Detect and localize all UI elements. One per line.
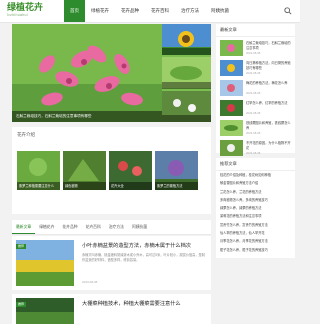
thumb-caption: 绿色植物 bbox=[63, 182, 106, 190]
hero-orchid-image bbox=[12, 24, 162, 122]
sidebar-link[interactable]: 郁金香图片和养殖方法介绍 bbox=[216, 179, 295, 187]
sidebar-article-title: 不开花的原因，为什么植物不开花 bbox=[246, 141, 291, 150]
sidebar-link[interactable]: 兰花怎么养，兰花的养殖方法 bbox=[216, 188, 295, 196]
thumb-card[interactable]: 紫罗兰种植需要注意什么 bbox=[17, 151, 60, 190]
thumb-row: 紫罗兰种植需要注意什么 绿色植物 花卉大全 紫罗兰的繁殖方法 bbox=[17, 151, 198, 190]
hero-caption[interactable]: 石斛兰栽培技巧，石斛兰栽培的注意事项有哪些 bbox=[12, 111, 166, 122]
sidebar-article[interactable]: 向日葵种植方法，向日葵的养殖技巧有哪些 2023-08-08 bbox=[220, 59, 291, 77]
section-title: 花卉介绍 bbox=[17, 132, 35, 137]
tab-plants[interactable]: 绿植花卉 bbox=[35, 220, 58, 234]
sidebar-article-date: 2023-08-08 bbox=[246, 71, 261, 75]
article-title[interactable]: 小叶赤楠盆景的造型方法，赤楠木属于什么档次 bbox=[82, 242, 191, 249]
sidebar-article-date: 2023-08-08 bbox=[246, 131, 261, 135]
thumb-caption: 紫罗兰的繁殖方法 bbox=[155, 182, 198, 190]
site-header: 绿植花卉 lvzhihuahui 首页 绿植花卉 花卉品种 花卉百科 治疗方法 … bbox=[0, 0, 300, 23]
sidebar-link[interactable]: 富贵竹怎么养，富贵竹的养殖方法 bbox=[216, 221, 295, 229]
hero-side-tiles bbox=[162, 24, 211, 122]
article-desc: 赤楠又叫赤楠、桃金娘科常绿灌木或小乔木，高可达5米，叶片较小，观赏价值高，是制作… bbox=[82, 253, 205, 262]
tab-varieties[interactable]: 花卉品种 bbox=[58, 220, 81, 234]
sidebar-article-title: 梅花的养殖方法，梅花怎么养 bbox=[246, 81, 288, 85]
hero-tile-caption bbox=[162, 48, 211, 56]
hero-tile[interactable] bbox=[162, 90, 211, 122]
sidebar-article-date: 2023-08-08 bbox=[246, 111, 261, 115]
nav-item-other[interactable]: 阿姨抗菌 bbox=[205, 0, 235, 22]
article-tabs: 最新文章 绿植花卉 花卉品种 花卉百科 治疗方法 阿姨抗菌 bbox=[12, 220, 211, 235]
article-item[interactable]: 推荐 小叶赤楠盆景的造型方法，赤楠木属于什么档次 赤楠又叫赤楠、桃金娘科常绿灌木… bbox=[12, 236, 211, 290]
main-content: 石斛兰栽培技巧，石斛兰栽培的注意事项有哪些 花卉介绍 紫罗兰种植需要注意什么 绿… bbox=[12, 24, 211, 324]
sidebar-thumb bbox=[220, 60, 243, 76]
sidebar-link[interactable]: 月季花怎么养，月季花的养殖方法 bbox=[216, 237, 295, 245]
article-date: 2023-08-08 bbox=[82, 280, 98, 284]
article-item[interactable]: 推荐 大棚菜种植技术，种植大棚菜需要注意什么 bbox=[12, 294, 211, 324]
article-thumb[interactable]: 推荐 bbox=[16, 298, 74, 324]
sidebar-article-title: 红掌怎么养，红掌的养殖方法 bbox=[246, 101, 288, 105]
sidebar-article[interactable]: 石斛兰栽培技巧，石斛兰栽培的注意事项 2023-08-08 bbox=[220, 39, 291, 57]
page: 绿植花卉 lvzhihuahui 首页 绿植花卉 花卉品种 花卉百科 治疗方法 … bbox=[0, 0, 300, 324]
sidebar-article-date: 2023-08-08 bbox=[246, 91, 261, 95]
nav-item-encyclopedia[interactable]: 花卉百科 bbox=[145, 0, 175, 22]
recommended-box: 推荐文章 桂花的介绍及种植，桂花树如何种植 郁金香图片和养殖方法介绍 兰花怎么养… bbox=[216, 158, 295, 258]
sidebar-link[interactable]: 栀子花怎么养，栀子花的养殖技巧 bbox=[216, 246, 295, 254]
nav-item-treatment[interactable]: 治疗方法 bbox=[175, 0, 205, 22]
thumb-caption: 紫罗兰种植需要注意什么 bbox=[17, 182, 60, 190]
thumb-card[interactable]: 花卉大全 bbox=[109, 151, 152, 190]
sidebar-thumb bbox=[220, 120, 243, 136]
article-title[interactable]: 大棚菜种植技术，种植大棚菜需要注意什么 bbox=[82, 300, 181, 307]
search-icon[interactable] bbox=[284, 7, 292, 15]
nav-item-home[interactable]: 首页 bbox=[64, 0, 85, 22]
tab-encyclopedia[interactable]: 花卉百科 bbox=[82, 220, 105, 234]
nav-item-plants[interactable]: 绿植花卉 bbox=[85, 0, 115, 22]
sidebar-title: 推荐文章 bbox=[216, 158, 295, 171]
hero-tile-caption bbox=[162, 114, 211, 122]
sidebar-article-title: 石斛兰栽培技巧，石斛兰栽培的注意事项 bbox=[246, 41, 291, 50]
thumb-card[interactable]: 紫罗兰的繁殖方法 bbox=[155, 151, 198, 190]
sidebar-article-title: 铁线蕨图片和养殖，铁线蕨怎么养 bbox=[246, 121, 291, 130]
sidebar-article[interactable]: 梅花的养殖方法，梅花怎么养 2023-08-08 bbox=[220, 79, 291, 97]
sidebar-article[interactable]: 红掌怎么养，红掌的养殖方法 2023-08-08 bbox=[220, 99, 291, 117]
hero-tile-caption bbox=[162, 81, 211, 89]
logo-sub-text: lvzhihuahui bbox=[7, 13, 28, 17]
latest-articles-box: 最新文章 石斛兰栽培技巧，石斛兰栽培的注意事项 2023-08-08 向日葵种植… bbox=[216, 24, 295, 156]
thumb-card[interactable]: 绿色植物 bbox=[63, 151, 106, 190]
sidebar-title: 最新文章 bbox=[216, 24, 295, 37]
nav-item-varieties[interactable]: 花卉品种 bbox=[115, 0, 145, 22]
logo-main-text: 绿植花卉 bbox=[7, 3, 44, 13]
site-logo[interactable]: 绿植花卉 lvzhihuahui bbox=[7, 3, 51, 19]
sidebar-thumb bbox=[220, 140, 243, 156]
sidebar-link[interactable]: 绿萝怎么养，绿萝的养殖方法 bbox=[216, 204, 295, 212]
article-tag: 推荐 bbox=[16, 244, 27, 249]
article-thumb[interactable]: 推荐 bbox=[16, 240, 74, 286]
sidebar-article-date: 2023-08-08 bbox=[246, 51, 261, 55]
sidebar-link[interactable]: 茉莉花的养殖方法和注意事项 bbox=[216, 212, 295, 220]
sidebar-link[interactable]: 仙人掌的养殖方法，仙人掌开花 bbox=[216, 229, 295, 237]
sidebar-thumb bbox=[220, 80, 243, 96]
sidebar-article[interactable]: 铁线蕨图片和养殖，铁线蕨怎么养 2023-08-08 bbox=[220, 119, 291, 137]
sidebar-article[interactable]: 不开花的原因，为什么植物不开花 2023-08-08 bbox=[220, 139, 291, 157]
hero-tile[interactable] bbox=[162, 24, 211, 56]
sidebar-thumb bbox=[220, 100, 243, 116]
main-nav: 首页 绿植花卉 花卉品种 花卉百科 治疗方法 阿姨抗菌 bbox=[64, 0, 235, 22]
sidebar-article-date: 2023-08-08 bbox=[246, 151, 261, 155]
sidebar-link[interactable]: 桂花的介绍及种植，桂花树如何种植 bbox=[216, 171, 295, 179]
tab-latest[interactable]: 最新文章 bbox=[12, 220, 36, 234]
article-tag: 推荐 bbox=[16, 302, 27, 307]
sidebar-link[interactable]: 多肉植物怎么养，多肉的养殖技巧 bbox=[216, 196, 295, 204]
tab-treatment[interactable]: 治疗方法 bbox=[105, 220, 128, 234]
flower-intro-section: 花卉介绍 紫罗兰种植需要注意什么 绿色植物 花卉大全 紫罗兰的繁殖方法 bbox=[12, 127, 211, 214]
thumb-caption: 花卉大全 bbox=[109, 182, 152, 190]
sidebar-thumb bbox=[220, 40, 243, 56]
sidebar-article-title: 向日葵种植方法，向日葵的养殖技巧有哪些 bbox=[246, 61, 291, 70]
hero-slider[interactable]: 石斛兰栽培技巧，石斛兰栽培的注意事项有哪些 bbox=[12, 24, 211, 122]
sidebar: 最新文章 石斛兰栽培技巧，石斛兰栽培的注意事项 2023-08-08 向日葵种植… bbox=[216, 24, 295, 263]
hero-tile[interactable] bbox=[162, 57, 211, 89]
tab-other[interactable]: 阿姨抗菌 bbox=[128, 220, 151, 234]
